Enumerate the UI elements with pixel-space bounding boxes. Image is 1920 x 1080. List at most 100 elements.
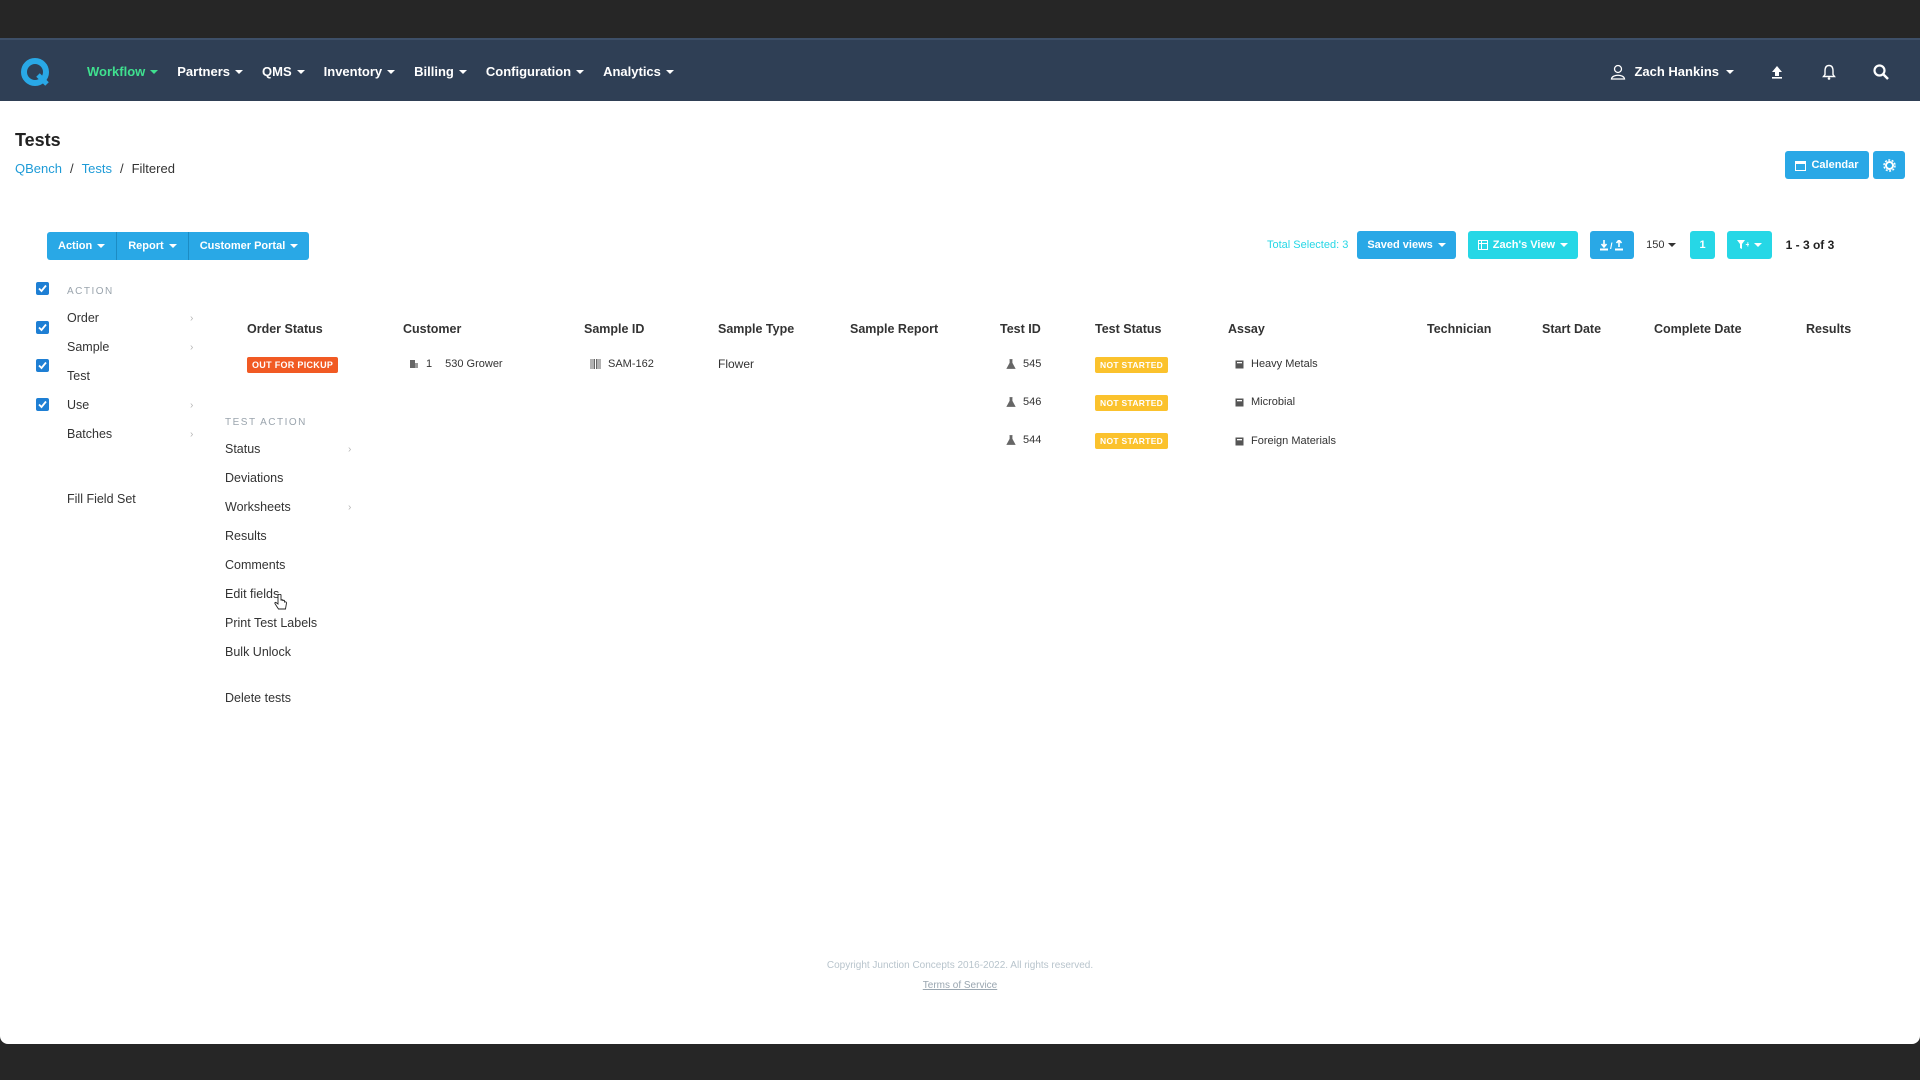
caret-down-icon <box>1437 243 1446 247</box>
test-action-status[interactable]: Status <box>225 442 260 456</box>
test-id[interactable]: 545 <box>1023 358 1041 370</box>
action-dropdown-button[interactable]: Action <box>47 232 118 260</box>
assay-name[interactable]: Heavy Metals <box>1251 358 1318 370</box>
report-dropdown-button[interactable]: Report <box>117 232 189 260</box>
breadcrumb-qbench[interactable]: QBench <box>15 161 62 176</box>
action-menu-sample[interactable]: Sample <box>67 340 109 354</box>
test-id-cell[interactable]: 544 <box>1006 434 1041 446</box>
nav-workflow[interactable]: Workflow <box>87 64 159 79</box>
assay-name[interactable]: Foreign Materials <box>1251 435 1336 447</box>
col-header-test-id[interactable]: Test ID <box>1000 322 1041 336</box>
nav-inventory[interactable]: Inventory <box>324 64 396 79</box>
caret-down-icon <box>387 69 396 74</box>
caret-down-icon <box>296 69 305 74</box>
check-icon <box>38 284 47 293</box>
hand-cursor-icon <box>274 594 287 610</box>
nav-billing-label: Billing <box>414 64 454 79</box>
assay-name[interactable]: Microbial <box>1251 396 1295 408</box>
assay-cell[interactable]: Heavy Metals <box>1235 358 1318 370</box>
main-nav: Workflow Partners QMS Inventory Billing … <box>87 40 693 103</box>
filter-button[interactable]: + <box>1726 231 1772 259</box>
footer-copyright: Copyright Junction Concepts 2016-2022. A… <box>826 960 1094 971</box>
nav-workflow-label: Workflow <box>87 64 146 79</box>
col-header-sample-type[interactable]: Sample Type <box>718 322 794 336</box>
col-header-results[interactable]: Results <box>1806 322 1851 336</box>
flask-icon <box>1006 397 1016 407</box>
settings-button[interactable] <box>1873 151 1905 179</box>
col-header-customer[interactable]: Customer <box>403 322 461 336</box>
action-menu-use[interactable]: Use <box>67 398 89 412</box>
customer-order-count: 1 <box>426 358 433 370</box>
action-menu-order[interactable]: Order <box>67 311 99 325</box>
current-view-button[interactable]: Zach's View <box>1467 231 1579 259</box>
nav-billing[interactable]: Billing <box>414 64 467 79</box>
search-icon[interactable] <box>1872 63 1890 81</box>
col-header-start-date[interactable]: Start Date <box>1542 322 1601 336</box>
upload-icon[interactable] <box>1768 63 1786 81</box>
action-button-group: Action Report Customer Portal <box>47 232 310 260</box>
sample-id-cell[interactable]: SAM-162 <box>590 358 654 370</box>
nav-configuration[interactable]: Configuration <box>485 64 585 79</box>
user-menu[interactable]: Zach Hankins <box>1609 63 1734 81</box>
nav-qms[interactable]: QMS <box>262 64 305 79</box>
assay-icon <box>1235 398 1244 406</box>
breadcrumb-separator: / <box>69 161 74 176</box>
customer-name[interactable]: 530 Grower <box>445 358 502 370</box>
col-header-test-status[interactable]: Test Status <box>1095 322 1161 336</box>
test-action-bulk-unlock[interactable]: Bulk Unlock <box>225 645 291 659</box>
assay-cell[interactable]: Microbial <box>1235 396 1295 408</box>
row-checkbox[interactable] <box>36 321 49 334</box>
saved-views-button[interactable]: Saved views <box>1357 231 1456 259</box>
caret-down-icon <box>97 244 106 248</box>
assay-cell[interactable]: Foreign Materials <box>1235 435 1336 447</box>
col-header-sample-report[interactable]: Sample Report <box>850 322 938 336</box>
nav-analytics[interactable]: Analytics <box>603 64 674 79</box>
terms-of-service-link[interactable]: Terms of Service <box>923 980 997 991</box>
nav-partners-label: Partners <box>177 64 231 79</box>
sample-id[interactable]: SAM-162 <box>608 358 654 370</box>
action-menu-test[interactable]: Test <box>67 369 90 383</box>
chevron-right-icon: › <box>348 502 352 513</box>
per-page-select[interactable]: 150 <box>1646 239 1677 251</box>
test-id-cell[interactable]: 546 <box>1006 396 1041 408</box>
test-action-results[interactable]: Results <box>225 529 267 543</box>
test-action-edit-fields[interactable]: Edit fields <box>225 587 279 601</box>
customer-cell[interactable]: 1 530 Grower <box>409 358 503 370</box>
import-export-button[interactable]: / <box>1590 231 1635 259</box>
action-menu-batches[interactable]: Batches <box>67 427 112 441</box>
customer-portal-button[interactable]: Customer Portal <box>188 232 310 260</box>
nav-configuration-label: Configuration <box>485 64 572 79</box>
row-checkbox[interactable] <box>36 398 49 411</box>
col-header-assay[interactable]: Assay <box>1228 322 1265 336</box>
test-action-print-labels[interactable]: Print Test Labels <box>225 616 317 630</box>
select-all-checkbox[interactable] <box>36 282 49 295</box>
col-header-complete-date[interactable]: Complete Date <box>1654 322 1742 336</box>
col-header-order-status[interactable]: Order Status <box>247 322 323 336</box>
calendar-button[interactable]: Calendar <box>1785 151 1869 179</box>
caret-down-icon <box>665 69 674 74</box>
svg-text:+: + <box>1745 240 1749 249</box>
col-header-technician[interactable]: Technician <box>1427 322 1491 336</box>
nav-partners[interactable]: Partners <box>177 64 244 79</box>
test-action-deviations[interactable]: Deviations <box>225 471 283 485</box>
test-action-comments[interactable]: Comments <box>225 558 285 572</box>
chevron-right-icon: › <box>190 313 194 324</box>
chevron-right-icon: › <box>348 444 352 455</box>
breadcrumb-tests[interactable]: Tests <box>82 161 112 176</box>
bell-icon[interactable] <box>1820 63 1838 81</box>
action-menu-fill-field-set[interactable]: Fill Field Set <box>67 492 136 506</box>
test-action-worksheets[interactable]: Worksheets <box>225 500 291 514</box>
qbench-logo-icon[interactable] <box>20 57 50 87</box>
test-action-delete-tests[interactable]: Delete tests <box>225 691 291 705</box>
test-id[interactable]: 544 <box>1023 434 1041 446</box>
col-header-sample-id[interactable]: Sample ID <box>584 322 644 336</box>
row-checkbox[interactable] <box>36 359 49 372</box>
chevron-right-icon: › <box>190 429 194 440</box>
page-1-button[interactable]: 1 <box>1690 231 1715 259</box>
test-action-heading: TEST ACTION <box>225 417 307 428</box>
test-id[interactable]: 546 <box>1023 396 1041 408</box>
breadcrumb-filtered: Filtered <box>131 161 175 176</box>
test-id-cell[interactable]: 545 <box>1006 358 1041 370</box>
caret-down-icon <box>150 69 159 74</box>
top-navbar: Workflow Partners QMS Inventory Billing … <box>0 38 1920 101</box>
